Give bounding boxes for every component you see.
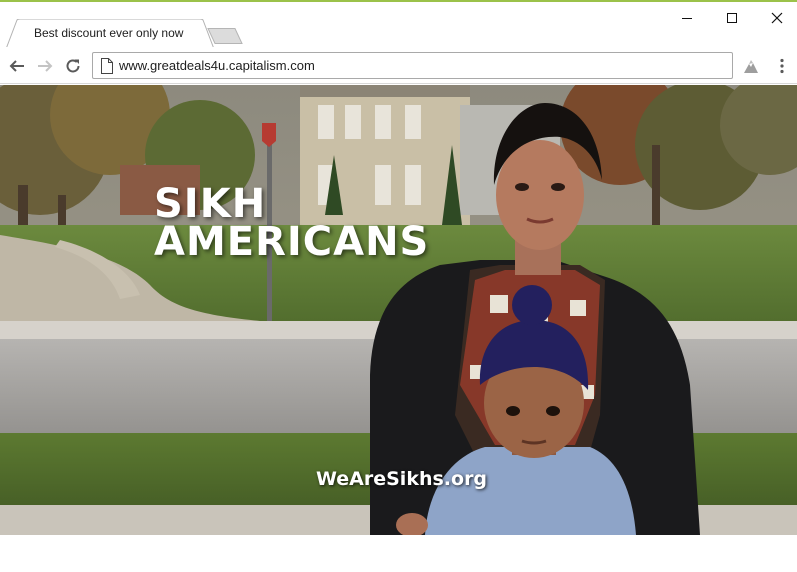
page-icon — [101, 58, 113, 74]
headline-overlay: SIKH AMERICANS — [154, 181, 430, 265]
page-bottom-blank — [0, 535, 797, 572]
headline-line-2: AMERICANS — [154, 219, 430, 265]
page-content: SIKH AMERICANS WeAreSikhs.org — [0, 85, 797, 535]
menu-button[interactable] — [772, 56, 792, 76]
reload-button[interactable] — [62, 55, 84, 77]
maximize-icon — [727, 13, 737, 23]
forward-arrow-icon — [38, 60, 53, 72]
tab-strip: Best discount ever only now — [0, 2, 797, 49]
reload-icon — [66, 59, 80, 73]
kebab-menu-icon — [780, 58, 784, 74]
minimize-button[interactable] — [664, 4, 710, 32]
close-button[interactable] — [754, 4, 797, 32]
close-icon — [771, 12, 783, 24]
minimize-icon — [682, 18, 692, 19]
headline-line-1: SIKH — [154, 181, 267, 227]
tab-title[interactable]: Best discount ever only now — [34, 26, 183, 40]
address-bar[interactable]: www.greatdeals4u.capitalism.com — [92, 52, 733, 79]
cloud-extension-icon[interactable] — [741, 57, 761, 75]
url-text[interactable]: www.greatdeals4u.capitalism.com — [119, 58, 315, 73]
new-tab-button[interactable] — [207, 28, 243, 44]
website-watermark: WeAreSikhs.org — [316, 468, 488, 490]
forward-button[interactable] — [34, 55, 56, 77]
back-arrow-icon — [9, 60, 24, 72]
back-button[interactable] — [6, 55, 28, 77]
maximize-button[interactable] — [709, 4, 755, 32]
browser-toolbar: www.greatdeals4u.capitalism.com — [0, 47, 797, 84]
